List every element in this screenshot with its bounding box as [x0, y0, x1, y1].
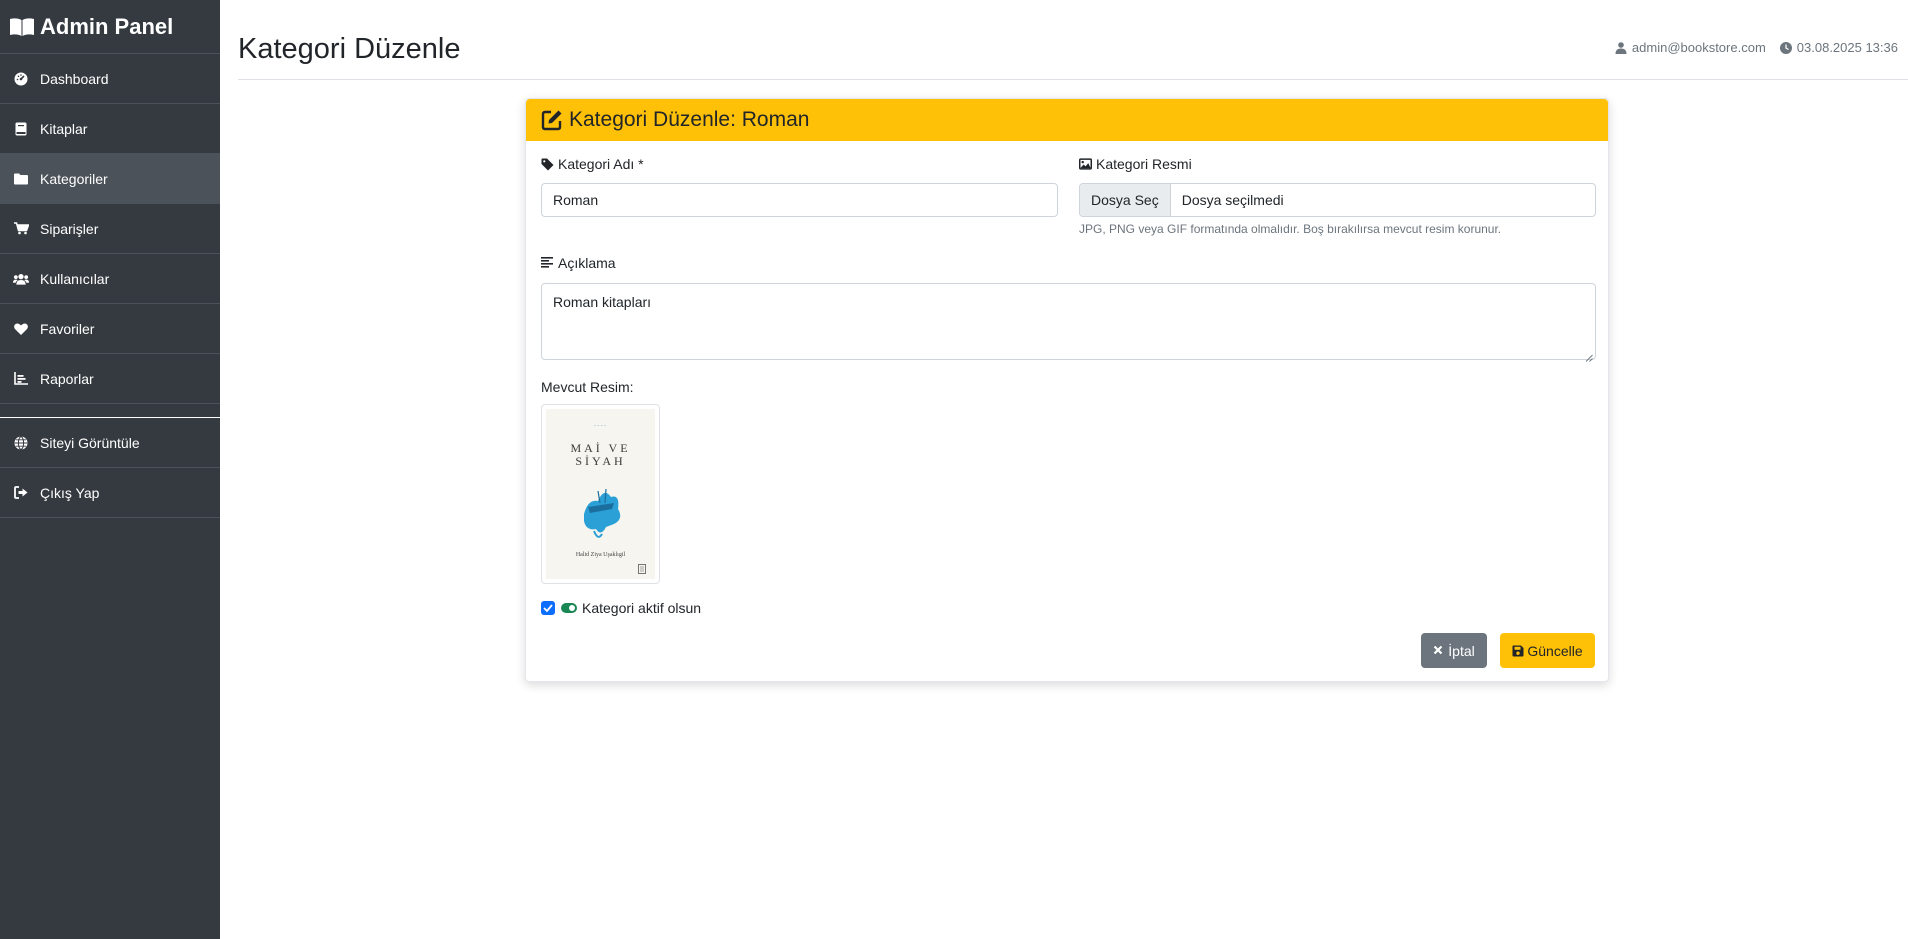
current-image-thumbnail: ~~~~ MAİ VE SİYAH Halid Ziya Uşaklıgil [541, 404, 660, 584]
sidebar-item-orders[interactable]: Siparişler [0, 204, 220, 254]
sidebar-item-logout[interactable]: Çıkış Yap [0, 468, 220, 518]
sidebar-item-label: Dashboard [40, 70, 109, 87]
image-icon [1079, 157, 1092, 171]
cancel-button[interactable]: İptal [1421, 633, 1487, 668]
cover-publisher-mark: ~~~~ [593, 423, 608, 428]
header-user: admin@bookstore.com [1615, 40, 1766, 55]
header-info: admin@bookstore.com 03.08.2025 13:36 [1601, 40, 1898, 55]
page-title: Kategori Düzenle [238, 33, 461, 65]
open-book-icon [9, 17, 35, 37]
sidebar-item-label: Siteyi Görüntüle [40, 434, 140, 451]
tag-icon [541, 158, 554, 171]
sidebar-divider [0, 404, 220, 418]
edit-icon [541, 109, 563, 131]
description-label-text: Açıklama [558, 255, 616, 271]
globe-icon [13, 435, 29, 451]
card-title: Kategori Düzenle: Roman [569, 108, 810, 131]
close-icon [1433, 645, 1445, 657]
update-button-label: Güncelle [1527, 642, 1583, 659]
sidebar-item-label: Favoriler [40, 320, 95, 337]
category-name-label-text: Kategori Adı * [558, 156, 644, 172]
sidebar-item-label: Kullanıcılar [40, 270, 110, 287]
image-help-text: JPG, PNG veya GIF formatında olmalıdır. … [1079, 222, 1502, 236]
align-left-icon [541, 256, 554, 270]
folder-icon [13, 171, 29, 187]
category-name-label: Kategori Adı * [541, 156, 644, 172]
card-header: Kategori Düzenle: Roman [526, 99, 1608, 141]
category-image-label-text: Kategori Resmi [1096, 156, 1192, 172]
description-value: Roman kitapları [553, 294, 652, 310]
edit-category-card: Kategori Düzenle: Roman Kategori Adı * R… [525, 98, 1609, 682]
book-cover-image: ~~~~ MAİ VE SİYAH Halid Ziya Uşaklıgil [546, 409, 655, 579]
book-icon [13, 121, 29, 137]
cover-illustration [584, 488, 621, 538]
choose-file-button[interactable]: Dosya Seç [1080, 184, 1171, 216]
cover-author: Halid Ziya Uşaklıgil [575, 552, 626, 558]
update-button[interactable]: Güncelle [1500, 633, 1595, 668]
sidebar-item-books[interactable]: Kitaplar [0, 104, 220, 154]
users-icon [13, 271, 29, 287]
active-checkbox[interactable] [541, 601, 555, 615]
cancel-button-label: İptal [1448, 642, 1475, 659]
cart-icon [13, 221, 29, 237]
save-icon [1512, 645, 1524, 657]
toggle-on-icon [561, 603, 577, 613]
sidebar-item-label: Siparişler [40, 220, 99, 237]
sidebar-item-users[interactable]: Kullanıcılar [0, 254, 220, 304]
active-checkbox-label[interactable]: Kategori aktif olsun [582, 600, 701, 616]
file-status: Dosya seçilmedi [1181, 192, 1284, 208]
sidebar-item-reports[interactable]: Raporlar [0, 354, 220, 404]
cover-logo-icon [638, 564, 646, 574]
current-image-label: Mevcut Resim: [541, 379, 634, 395]
header-user-email: admin@bookstore.com [1631, 40, 1766, 55]
cover-title-line2: SİYAH [575, 454, 626, 468]
chart-icon [13, 371, 29, 387]
page-header: Kategori Düzenle admin@bookstore.com 03.… [238, 0, 1908, 80]
heart-icon [13, 321, 29, 337]
sidebar-item-label: Çıkış Yap [40, 484, 100, 501]
sidebar: Admin Panel Dashboard Kitaplar Kategoril… [0, 0, 220, 939]
description-textarea[interactable]: Roman kitapları [541, 283, 1596, 362]
clock-icon [1779, 41, 1792, 54]
sidebar-item-view-site[interactable]: Siteyi Görüntüle [0, 418, 220, 468]
category-image-label: Kategori Resmi [1079, 156, 1192, 172]
category-name-input[interactable]: Roman [541, 183, 1058, 217]
brand[interactable]: Admin Panel [0, 0, 220, 54]
sidebar-item-categories[interactable]: Kategoriler [0, 154, 220, 204]
logout-icon [13, 485, 29, 501]
sidebar-item-label: Kategoriler [40, 170, 108, 187]
sidebar-item-label: Raporlar [40, 370, 94, 387]
active-checkbox-row: Kategori aktif olsun [541, 600, 701, 616]
user-icon [1615, 41, 1627, 54]
description-label: Açıklama [541, 255, 616, 271]
category-image-file-input[interactable]: Dosya Seç Dosya seçilmedi [1079, 183, 1596, 217]
header-datetime: 03.08.2025 13:36 [1779, 40, 1898, 55]
resize-grip-icon[interactable] [1585, 349, 1593, 362]
gauge-icon [13, 71, 29, 87]
sidebar-item-dashboard[interactable]: Dashboard [0, 54, 220, 104]
sidebar-item-label: Kitaplar [40, 120, 88, 137]
sidebar-item-favorites[interactable]: Favoriler [0, 304, 220, 354]
header-datetime-text: 03.08.2025 13:36 [1796, 40, 1898, 55]
brand-title: Admin Panel [40, 13, 174, 39]
